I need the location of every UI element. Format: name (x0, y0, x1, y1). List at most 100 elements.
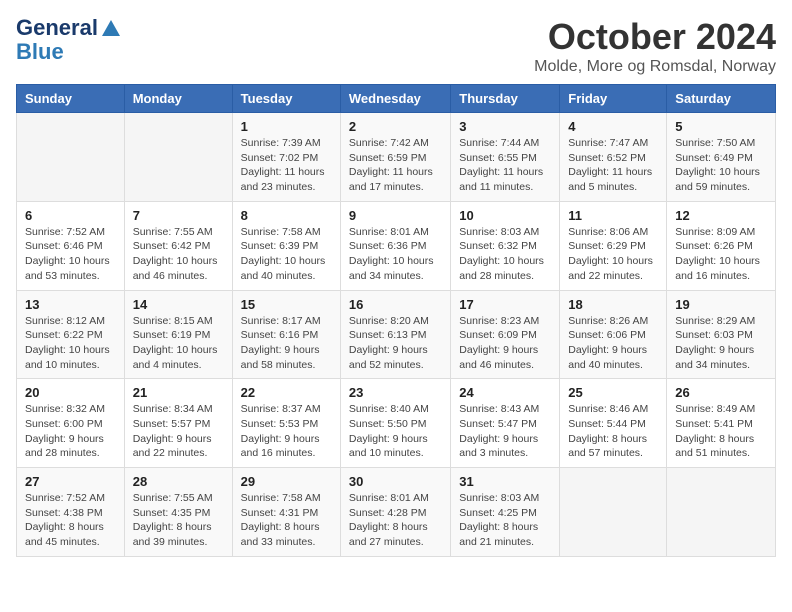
day-details: Sunrise: 8:03 AM Sunset: 6:32 PM Dayligh… (459, 225, 551, 284)
day-details: Sunrise: 7:58 AM Sunset: 6:39 PM Dayligh… (241, 225, 332, 284)
day-number: 29 (241, 474, 332, 489)
day-details: Sunrise: 7:55 AM Sunset: 6:42 PM Dayligh… (133, 225, 224, 284)
day-details: Sunrise: 8:32 AM Sunset: 6:00 PM Dayligh… (25, 402, 116, 461)
day-number: 28 (133, 474, 224, 489)
day-number: 14 (133, 297, 224, 312)
day-cell: 28 Sunrise: 7:55 AM Sunset: 4:35 PM Dayli… (124, 468, 232, 557)
day-details: Sunrise: 8:40 AM Sunset: 5:50 PM Dayligh… (349, 402, 442, 461)
col-saturday: Saturday (667, 85, 776, 113)
day-details: Sunrise: 8:43 AM Sunset: 5:47 PM Dayligh… (459, 402, 551, 461)
day-cell: 14 Sunrise: 8:15 AM Sunset: 6:19 PM Dayli… (124, 290, 232, 379)
day-number: 25 (568, 385, 658, 400)
page-header: General Blue October 2024 Molde, More og… (16, 16, 776, 76)
day-number: 3 (459, 119, 551, 134)
day-number: 7 (133, 208, 224, 223)
day-cell: 2 Sunrise: 7:42 AM Sunset: 6:59 PM Daylig… (340, 113, 450, 202)
week-row-1: 1 Sunrise: 7:39 AM Sunset: 7:02 PM Daylig… (17, 113, 776, 202)
logo-text: General (16, 16, 122, 40)
day-cell: 20 Sunrise: 8:32 AM Sunset: 6:00 PM Dayli… (17, 379, 125, 468)
col-tuesday: Tuesday (232, 85, 340, 113)
day-number: 9 (349, 208, 442, 223)
day-details: Sunrise: 8:17 AM Sunset: 6:16 PM Dayligh… (241, 314, 332, 373)
day-details: Sunrise: 8:37 AM Sunset: 5:53 PM Dayligh… (241, 402, 332, 461)
day-cell: 17Sunrise: 8:23 AM Sunset: 6:09 PM Dayli… (451, 290, 560, 379)
day-cell: 16Sunrise: 8:20 AM Sunset: 6:13 PM Dayli… (340, 290, 450, 379)
day-details: Sunrise: 8:01 AM Sunset: 6:36 PM Dayligh… (349, 225, 442, 284)
day-details: Sunrise: 7:55 AM Sunset: 4:35 PM Dayligh… (133, 491, 224, 550)
day-cell: 10 Sunrise: 8:03 AM Sunset: 6:32 PM Dayli… (451, 201, 560, 290)
day-cell: 4 Sunrise: 7:47 AM Sunset: 6:52 PM Daylig… (560, 113, 667, 202)
calendar-body: 1 Sunrise: 7:39 AM Sunset: 7:02 PM Daylig… (17, 113, 776, 557)
calendar-table: Sunday Monday Tuesday Wednesday Thursday… (16, 84, 776, 557)
col-monday: Monday (124, 85, 232, 113)
location-subtitle: Molde, More og Romsdal, Norway (534, 58, 776, 76)
day-cell: 22Sunrise: 8:37 AM Sunset: 5:53 PM Dayli… (232, 379, 340, 468)
day-cell: 8Sunrise: 7:58 AM Sunset: 6:39 PM Daylig… (232, 201, 340, 290)
day-number: 27 (25, 474, 116, 489)
day-cell (124, 113, 232, 202)
day-number: 10 (459, 208, 551, 223)
day-details: Sunrise: 8:09 AM Sunset: 6:26 PM Dayligh… (675, 225, 767, 284)
day-details: Sunrise: 8:03 AM Sunset: 4:25 PM Dayligh… (459, 491, 551, 550)
day-number: 6 (25, 208, 116, 223)
day-cell: 7 Sunrise: 7:55 AM Sunset: 6:42 PM Daylig… (124, 201, 232, 290)
day-details: Sunrise: 8:06 AM Sunset: 6:29 PM Dayligh… (568, 225, 658, 284)
day-cell: 1 Sunrise: 7:39 AM Sunset: 7:02 PM Daylig… (232, 113, 340, 202)
day-details: Sunrise: 7:50 AM Sunset: 6:49 PM Dayligh… (675, 136, 767, 195)
day-details: Sunrise: 7:52 AM Sunset: 4:38 PM Dayligh… (25, 491, 116, 550)
day-cell: 29 Sunrise: 7:58 AM Sunset: 4:31 PM Dayli… (232, 468, 340, 557)
day-number: 5 (675, 119, 767, 134)
day-cell: 30 Sunrise: 8:01 AM Sunset: 4:28 PM Dayli… (340, 468, 450, 557)
day-details: Sunrise: 7:39 AM Sunset: 7:02 PM Dayligh… (241, 136, 332, 195)
day-details: Sunrise: 8:29 AM Sunset: 6:03 PM Dayligh… (675, 314, 767, 373)
month-title: October 2024 (534, 16, 776, 58)
day-details: Sunrise: 8:34 AM Sunset: 5:57 PM Dayligh… (133, 402, 224, 461)
day-details: Sunrise: 8:12 AM Sunset: 6:22 PM Dayligh… (25, 314, 116, 373)
day-number: 18 (568, 297, 658, 312)
day-details: Sunrise: 7:47 AM Sunset: 6:52 PM Dayligh… (568, 136, 658, 195)
day-number: 2 (349, 119, 442, 134)
col-thursday: Thursday (451, 85, 560, 113)
day-cell: 6Sunrise: 7:52 AM Sunset: 6:46 PM Daylig… (17, 201, 125, 290)
day-cell: 19 Sunrise: 8:29 AM Sunset: 6:03 PM Dayli… (667, 290, 776, 379)
day-number: 16 (349, 297, 442, 312)
day-cell: 23Sunrise: 8:40 AM Sunset: 5:50 PM Dayli… (340, 379, 450, 468)
day-number: 4 (568, 119, 658, 134)
day-cell: 3 Sunrise: 7:44 AM Sunset: 6:55 PM Daylig… (451, 113, 560, 202)
day-details: Sunrise: 7:44 AM Sunset: 6:55 PM Dayligh… (459, 136, 551, 195)
logo-icon (100, 18, 122, 40)
day-details: Sunrise: 7:42 AM Sunset: 6:59 PM Dayligh… (349, 136, 442, 195)
day-number: 26 (675, 385, 767, 400)
day-cell (17, 113, 125, 202)
day-number: 1 (241, 119, 332, 134)
day-cell: 13Sunrise: 8:12 AM Sunset: 6:22 PM Dayli… (17, 290, 125, 379)
day-details: Sunrise: 8:01 AM Sunset: 4:28 PM Dayligh… (349, 491, 442, 550)
calendar-header: Sunday Monday Tuesday Wednesday Thursday… (17, 85, 776, 113)
day-details: Sunrise: 7:58 AM Sunset: 4:31 PM Dayligh… (241, 491, 332, 550)
day-number: 19 (675, 297, 767, 312)
col-wednesday: Wednesday (340, 85, 450, 113)
day-cell: 11Sunrise: 8:06 AM Sunset: 6:29 PM Dayli… (560, 201, 667, 290)
day-cell: 31 Sunrise: 8:03 AM Sunset: 4:25 PM Dayli… (451, 468, 560, 557)
week-row-5: 27 Sunrise: 7:52 AM Sunset: 4:38 PM Dayli… (17, 468, 776, 557)
day-cell: 25 Sunrise: 8:46 AM Sunset: 5:44 PM Dayli… (560, 379, 667, 468)
week-row-2: 6Sunrise: 7:52 AM Sunset: 6:46 PM Daylig… (17, 201, 776, 290)
logo: General Blue (16, 16, 122, 64)
header-row: Sunday Monday Tuesday Wednesday Thursday… (17, 85, 776, 113)
day-cell: 26Sunrise: 8:49 AM Sunset: 5:41 PM Dayli… (667, 379, 776, 468)
day-number: 21 (133, 385, 224, 400)
day-cell: 18Sunrise: 8:26 AM Sunset: 6:06 PM Dayli… (560, 290, 667, 379)
day-cell: 27 Sunrise: 7:52 AM Sunset: 4:38 PM Dayli… (17, 468, 125, 557)
col-sunday: Sunday (17, 85, 125, 113)
day-cell: 9 Sunrise: 8:01 AM Sunset: 6:36 PM Daylig… (340, 201, 450, 290)
day-number: 20 (25, 385, 116, 400)
day-number: 17 (459, 297, 551, 312)
day-cell (667, 468, 776, 557)
day-number: 31 (459, 474, 551, 489)
day-number: 12 (675, 208, 767, 223)
day-details: Sunrise: 8:46 AM Sunset: 5:44 PM Dayligh… (568, 402, 658, 461)
day-details: Sunrise: 8:15 AM Sunset: 6:19 PM Dayligh… (133, 314, 224, 373)
day-cell: 21 Sunrise: 8:34 AM Sunset: 5:57 PM Dayli… (124, 379, 232, 468)
day-number: 30 (349, 474, 442, 489)
title-area: October 2024 Molde, More og Romsdal, Nor… (534, 16, 776, 76)
